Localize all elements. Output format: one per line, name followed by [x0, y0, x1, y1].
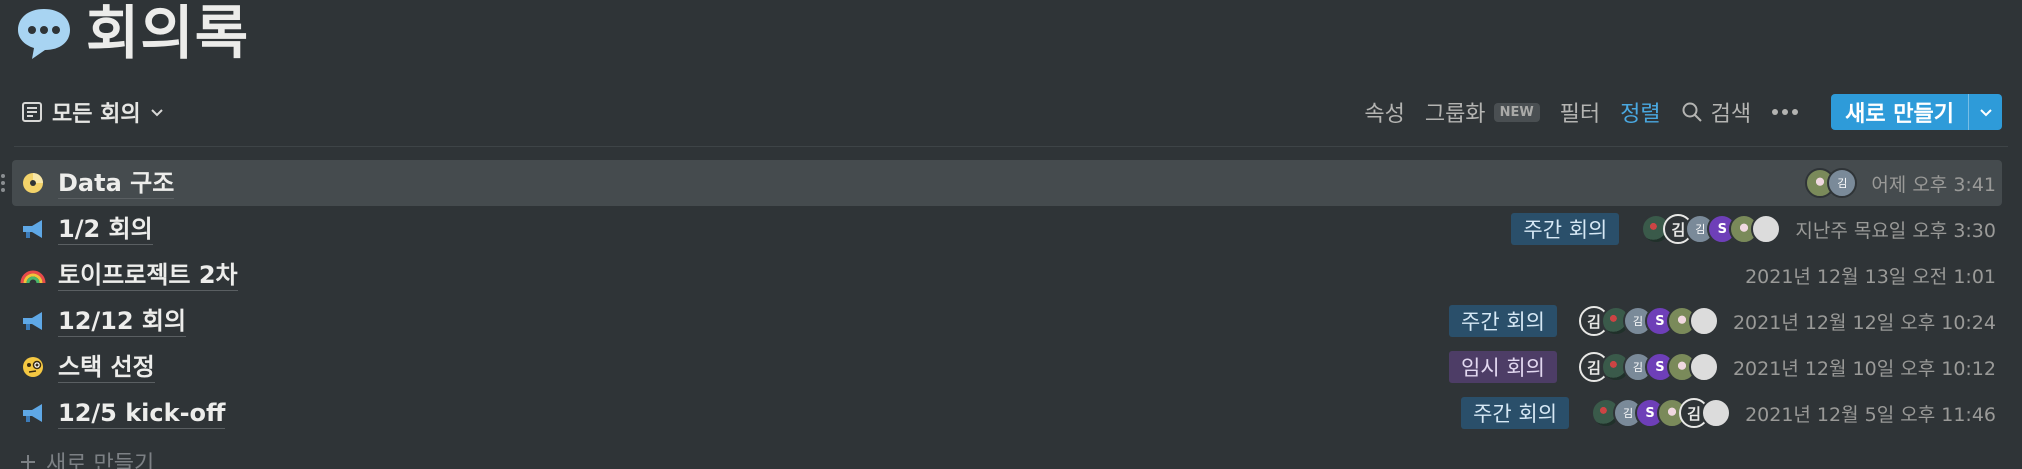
avatar: 김	[1827, 168, 1858, 198]
created-time: 지난주 목요일 오후 3:30	[1795, 219, 1996, 242]
database-toolbar: 모든 회의 속성 그룹화 NEW 필터 정렬 검색 새로 만들기	[20, 92, 2002, 132]
table-row[interactable]: 12/5 kick-off 주간 회의 김 S 김 2021년 12월 5일 오후 11:…	[12, 390, 2002, 436]
drag-handle-icon[interactable]	[0, 172, 6, 194]
created-time: 2021년 12월 10일 오후 10:12	[1732, 357, 1996, 380]
row-properties: 주간 회의 김 김 S 2021년 12월 12일 오후 10:24	[1449, 305, 1996, 337]
avatar	[1688, 306, 1719, 336]
more-icon[interactable]	[1771, 108, 1799, 116]
meeting-type-tag[interactable]: 주간 회의	[1461, 397, 1570, 429]
group-label: 그룹화	[1424, 102, 1486, 127]
add-new-row-button[interactable]: 새로 만들기	[18, 446, 154, 469]
attendee-avatars[interactable]: 김김S	[1578, 352, 1719, 382]
attendee-avatars[interactable]: 김김S	[1641, 214, 1782, 244]
row-properties: 임시 회의 김 김 S 2021년 12월 10일 오후 10:12	[1449, 351, 1996, 383]
row-title[interactable]: Data 구조	[58, 168, 175, 199]
megaphone-icon	[20, 216, 46, 242]
attendee-avatars[interactable]: 김S김	[1591, 398, 1732, 428]
row-properties: 2021년 12월 13일 오전 1:01	[1745, 262, 1996, 289]
rainbow-icon	[20, 262, 46, 288]
search-icon	[1682, 102, 1702, 122]
new-button-group: 새로 만들기	[1831, 94, 2002, 130]
meeting-type-tag[interactable]: 주간 회의	[1449, 305, 1557, 337]
dvd-icon	[20, 170, 46, 196]
search-button[interactable]: 검색	[1681, 96, 1751, 128]
row-title[interactable]: 토이프로젝트 2차	[58, 260, 238, 291]
table-row[interactable]: 1/2 회의 주간 회의 김 김 S 지난주 목요일 오후 3:30	[12, 206, 2002, 252]
new-button[interactable]: 새로 만들기	[1831, 94, 1968, 130]
new-badge: NEW	[1493, 102, 1540, 122]
view-label: 모든 회의	[52, 102, 141, 127]
properties-button[interactable]: 속성	[1364, 96, 1404, 128]
group-button[interactable]: 그룹화 NEW	[1425, 96, 1540, 128]
attendee-avatars[interactable]: 김	[1805, 168, 1858, 198]
view-selector[interactable]: 모든 회의	[20, 96, 165, 128]
plus-icon	[21, 455, 35, 469]
attendee-avatars[interactable]: 김김S	[1578, 306, 1719, 336]
avatar	[1701, 398, 1732, 428]
created-time: 2021년 12월 5일 오후 11:46	[1745, 403, 1996, 426]
search-label: 검색	[1710, 102, 1752, 127]
sort-button[interactable]: 정렬	[1620, 96, 1660, 128]
megaphone-icon	[20, 400, 46, 426]
new-button-dropdown[interactable]	[1968, 94, 2002, 130]
created-time: 2021년 12월 12일 오후 10:24	[1732, 311, 1996, 334]
add-new-row-label: 새로 만들기	[46, 452, 155, 469]
list-view-icon	[22, 102, 42, 122]
avatar	[1751, 214, 1782, 244]
page-header: 회의록	[14, 0, 249, 66]
megaphone-icon	[20, 308, 46, 334]
meeting-list: Data 구조 김 어제 오후 3:41 1/2 회의 주간 회의 김 김 S 지난주 목요일 …	[1, 160, 2002, 436]
row-title[interactable]: 12/12 회의	[58, 306, 187, 337]
page-title: 회의록	[86, 0, 250, 67]
table-row[interactable]: 스택 선정 임시 회의 김 김 S 2021년 12월 10일 오후 10:12	[12, 344, 2002, 390]
filter-button[interactable]: 필터	[1560, 96, 1600, 128]
meeting-type-tag[interactable]: 주간 회의	[1511, 213, 1620, 245]
avatar	[1688, 352, 1719, 382]
row-properties: 주간 회의 김 김 S 지난주 목요일 오후 3:30	[1511, 213, 1996, 245]
meeting-type-tag[interactable]: 임시 회의	[1449, 351, 1557, 383]
chevron-down-icon	[1979, 109, 1992, 117]
created-time: 2021년 12월 13일 오전 1:01	[1745, 265, 1996, 288]
row-title[interactable]: 스택 선정	[58, 352, 155, 383]
table-row[interactable]: 토이프로젝트 2차 2021년 12월 13일 오전 1:01	[12, 252, 2002, 298]
chevron-down-icon	[150, 109, 163, 117]
row-properties: 주간 회의 김 S 김 2021년 12월 5일 오후 11:46	[1461, 397, 1996, 429]
monocle-face-icon	[20, 354, 46, 380]
toolbar-divider	[14, 146, 2008, 147]
row-properties: 김 어제 오후 3:41	[1805, 168, 1996, 198]
speech-bubble-icon	[18, 9, 70, 59]
created-time: 어제 오후 3:41	[1871, 173, 1996, 196]
table-row[interactable]: 12/12 회의 주간 회의 김 김 S 2021년 12월 12일 오후 10:24	[12, 298, 2002, 344]
table-row[interactable]: Data 구조 김 어제 오후 3:41	[1, 160, 2002, 206]
row-title[interactable]: 12/5 kick-off	[58, 398, 226, 429]
row-title[interactable]: 1/2 회의	[58, 214, 153, 245]
